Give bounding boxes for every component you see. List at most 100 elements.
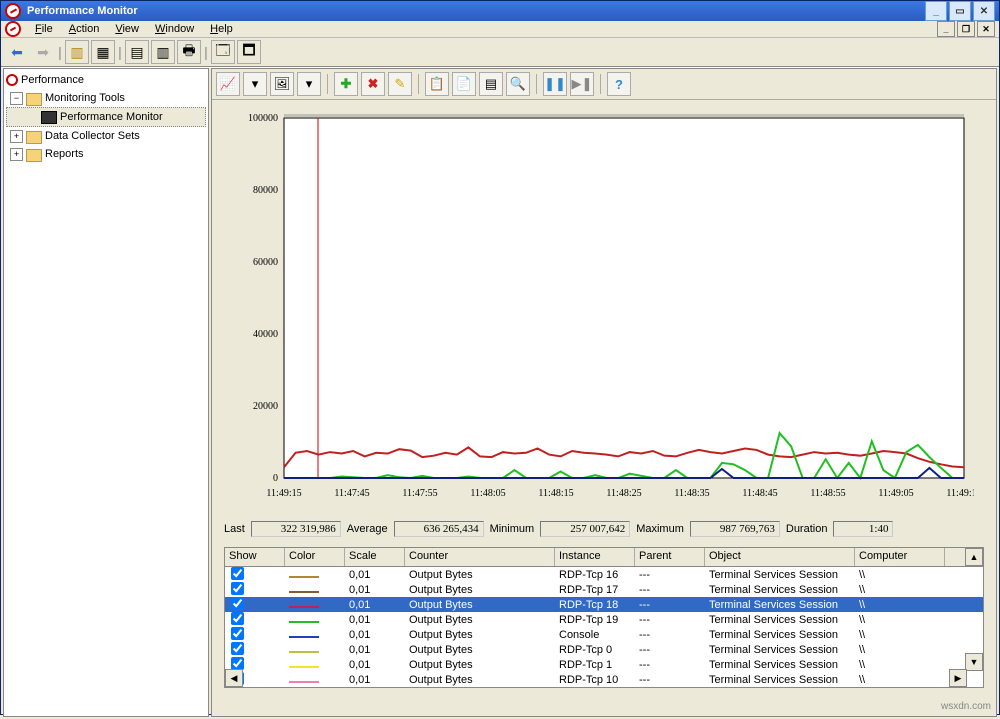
menu-help[interactable]: Help	[202, 21, 241, 37]
col-object[interactable]: Object	[705, 548, 855, 566]
table-row[interactable]: 0,01Output BytesRDP-Tcp 16---Terminal Se…	[225, 567, 983, 582]
paste-button[interactable]: 📄	[452, 72, 476, 96]
view-button-2[interactable]: ▥	[151, 40, 175, 64]
svg-text:11:47:55: 11:47:55	[402, 488, 437, 499]
col-parent[interactable]: Parent	[635, 548, 705, 566]
show-checkbox[interactable]	[231, 627, 244, 640]
copy-button[interactable]: 📋	[425, 72, 449, 96]
col-instance[interactable]: Instance	[555, 548, 635, 566]
highlight-button[interactable]: ✎	[388, 72, 412, 96]
cell-parent: ---	[635, 644, 705, 656]
col-scale[interactable]: Scale	[345, 548, 405, 566]
zoom-button[interactable]: 🔍	[506, 72, 530, 96]
add-counter-button[interactable]: ✚	[334, 72, 358, 96]
child-restore-button[interactable]: ❐	[957, 21, 975, 37]
scroll-down-button[interactable]: ▼	[965, 653, 983, 671]
tree-monitoring-tools[interactable]: − Monitoring Tools	[6, 89, 206, 107]
update-button[interactable]: ▶❚	[570, 72, 594, 96]
show-checkbox[interactable]	[231, 612, 244, 625]
main-window: Performance Monitor _ ▭ ✕ File Action Vi…	[0, 0, 1000, 715]
cell-computer: \\	[855, 599, 945, 611]
cell-computer: \\	[855, 614, 945, 626]
new-window-button[interactable]: 🗖	[237, 40, 261, 64]
menu-file[interactable]: File	[27, 21, 61, 37]
tree-data-collector-sets[interactable]: + Data Collector Sets	[6, 127, 206, 145]
menu-action[interactable]: Action	[61, 21, 108, 37]
scroll-right-button[interactable]: ▶	[949, 669, 967, 687]
chart-area[interactable]: 02000040000600008000010000011:49:1511:47…	[212, 100, 996, 515]
show-checkbox[interactable]	[231, 582, 244, 595]
scroll-up-button[interactable]: ▲	[965, 548, 983, 566]
forward-button[interactable]: ➡	[31, 40, 55, 64]
list-rows[interactable]: 0,01Output BytesRDP-Tcp 16---Terminal Se…	[225, 567, 983, 687]
cell-object: Terminal Services Session	[705, 614, 855, 626]
tree-label: Performance Monitor	[60, 111, 163, 123]
help-button[interactable]: ?	[607, 72, 631, 96]
table-row[interactable]: 0,01Output BytesRDP-Tcp 10---Terminal Se…	[225, 672, 983, 687]
view-button-1[interactable]: ▤	[125, 40, 149, 64]
view-dropdown[interactable]: ▾	[297, 72, 321, 96]
content-pane: 📈 ▾ 🖼 ▾ ✚ ✖ ✎ 📋 📄 ▤ 🔍 ❚❚ ▶❚ ? 02	[211, 68, 997, 717]
tree-root-label: Performance	[21, 74, 84, 86]
stat-last-label: Last	[224, 523, 245, 535]
delete-counter-button[interactable]: ✖	[361, 72, 385, 96]
cell-parent: ---	[635, 599, 705, 611]
tree-reports[interactable]: + Reports	[6, 145, 206, 163]
performance-chart[interactable]: 02000040000600008000010000011:49:1511:47…	[224, 108, 974, 508]
cell-instance: RDP-Tcp 17	[555, 584, 635, 596]
cell-computer: \\	[855, 569, 945, 581]
cell-parent: ---	[635, 659, 705, 671]
list-header[interactable]: Show Color Scale Counter Instance Parent…	[225, 548, 983, 567]
close-button[interactable]: ✕	[973, 1, 995, 21]
maximize-button[interactable]: ▭	[949, 1, 971, 21]
menu-view[interactable]: View	[107, 21, 147, 37]
cell-parent: ---	[635, 674, 705, 686]
view-histogram-button[interactable]: 🖼	[270, 72, 294, 96]
menu-window[interactable]: Window	[147, 21, 202, 37]
child-close-button[interactable]: ✕	[977, 21, 995, 37]
show-hide-tree-button[interactable]: ▥	[65, 40, 89, 64]
tree-performance-monitor[interactable]: Performance Monitor	[6, 107, 206, 127]
refresh-button[interactable]: 🗔	[211, 40, 235, 64]
tree-root[interactable]: Performance	[6, 71, 206, 89]
svg-text:0: 0	[273, 473, 278, 484]
view-current-button[interactable]: 📈	[216, 72, 240, 96]
cell-computer: \\	[855, 644, 945, 656]
view-log-dropdown[interactable]: ▾	[243, 72, 267, 96]
monitor-icon	[41, 111, 57, 124]
table-row[interactable]: 0,01Output BytesRDP-Tcp 18---Terminal Se…	[225, 597, 983, 612]
print-button[interactable]: 🖶	[177, 40, 201, 64]
titlebar[interactable]: Performance Monitor _ ▭ ✕	[1, 1, 999, 21]
table-row[interactable]: 0,01Output BytesRDP-Tcp 0---Terminal Ser…	[225, 642, 983, 657]
show-checkbox[interactable]	[231, 642, 244, 655]
show-checkbox[interactable]	[231, 567, 244, 580]
minimize-button[interactable]: _	[925, 1, 947, 21]
cell-instance: RDP-Tcp 16	[555, 569, 635, 581]
table-row[interactable]: 0,01Output BytesConsole---Terminal Servi…	[225, 627, 983, 642]
back-button[interactable]: ⬅	[5, 40, 29, 64]
expand-icon[interactable]: +	[10, 130, 23, 143]
col-color[interactable]: Color	[285, 548, 345, 566]
svg-text:40000: 40000	[253, 329, 278, 340]
app-icon	[5, 3, 21, 19]
col-counter[interactable]: Counter	[405, 548, 555, 566]
table-row[interactable]: 0,01Output BytesRDP-Tcp 19---Terminal Se…	[225, 612, 983, 627]
table-row[interactable]: 0,01Output BytesRDP-Tcp 17---Terminal Se…	[225, 582, 983, 597]
cell-counter: Output Bytes	[405, 584, 555, 596]
stat-dur-value: 1:40	[833, 521, 893, 537]
child-minimize-button[interactable]: _	[937, 21, 955, 37]
show-checkbox[interactable]	[231, 657, 244, 670]
cell-computer: \\	[855, 659, 945, 671]
show-checkbox[interactable]	[231, 597, 244, 610]
expand-icon[interactable]: +	[10, 148, 23, 161]
table-row[interactable]: 0,01Output BytesRDP-Tcp 1---Terminal Ser…	[225, 657, 983, 672]
col-show[interactable]: Show	[225, 548, 285, 566]
properties-button[interactable]: ▦	[91, 40, 115, 64]
collapse-icon[interactable]: −	[10, 92, 23, 105]
col-computer[interactable]: Computer	[855, 548, 945, 566]
properties-button[interactable]: ▤	[479, 72, 503, 96]
scroll-left-button[interactable]: ◀	[225, 669, 243, 687]
counter-list[interactable]: Show Color Scale Counter Instance Parent…	[224, 547, 984, 688]
freeze-button[interactable]: ❚❚	[543, 72, 567, 96]
navigation-tree[interactable]: Performance − Monitoring Tools Performan…	[3, 68, 209, 717]
